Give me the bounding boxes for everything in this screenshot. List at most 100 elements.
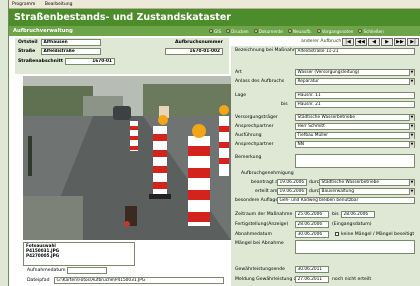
close-icon (358, 29, 363, 33)
art-label: Art (235, 70, 242, 75)
toolbar-label: Neuaufb. (292, 28, 312, 34)
abnahme-label: Abnahmedatum (235, 232, 272, 237)
window-title: Straßenbestands- und Zustandskataster (9, 9, 420, 26)
maengel-label: Mängel bei Abnahme (235, 241, 284, 246)
strassenabschnitt-label: Straßenabschnitt (18, 59, 63, 64)
toolbar-print-button[interactable]: Drucken (226, 28, 249, 34)
photo-selection-list[interactable]: Fotoauswahl P4150031.JPG P4270005.JPG (23, 242, 135, 266)
nav-last-button[interactable]: ▶| (407, 38, 419, 46)
gewaehrleistung-field[interactable]: 30.06.2011 (295, 266, 329, 273)
toolbar-label: Drucken (231, 28, 249, 34)
fertigstellung-field[interactable]: 28.06.2006 (295, 221, 329, 228)
chevron-down-icon[interactable]: ▼ (409, 133, 414, 139)
nav-first-button[interactable]: |◀ (342, 38, 354, 46)
lage-label: Lage (235, 93, 247, 98)
notes-icon (316, 29, 321, 33)
toolbar-label: Dokumente (258, 28, 283, 34)
aufnahmedatum-label: Aufnahmedatum (27, 268, 66, 273)
ansprechpartner-label: Ansprechpartner (235, 124, 274, 129)
anlass-select[interactable]: Reparatur ▼ (295, 78, 415, 85)
ortsteil-field[interactable]: Alfhausen (41, 39, 101, 46)
fertigstellung-label: Fertigstellung(Anzeige) (235, 222, 289, 227)
ansprechpartner2-select[interactable]: NN ▼ (295, 141, 415, 148)
meldung-field[interactable]: 27.06.2011 (295, 276, 329, 283)
ausfuehrung-value: Tiefbau Müller (297, 133, 329, 138)
toolbar: GIS Drucken Dokumente Neuaufb. Vorgangsn… (209, 26, 384, 36)
zeitraum-bis-label: bis (332, 212, 339, 217)
menu-bar: Programm Bearbeitung (9, 0, 420, 9)
photo-image (23, 76, 231, 240)
header-panel: Ortsteil Alfhausen Straße Alfeldistraße … (15, 38, 229, 74)
dateipfad-field[interactable]: G:\Karten\Fotos\Aufbrüche\P4150031.JPG (54, 277, 224, 284)
beantragt-date-field[interactable]: 19.06.2006 (277, 179, 307, 186)
gewaehrleistung-label: Gewährleistungsende (235, 267, 285, 272)
photo-list-item[interactable]: P4270005.JPG (24, 253, 134, 258)
abnahme-field[interactable]: 30.06.2006 (295, 231, 329, 238)
bezeichnung-field[interactable]: Alfeldistraße 11-21 (295, 48, 415, 55)
chevron-down-icon[interactable]: ▼ (409, 142, 414, 148)
strassenabschnitt-field[interactable]: 1670-01 (65, 58, 115, 65)
lage-von-field[interactable]: Hausnr. 11 (295, 92, 415, 99)
new-icon (287, 29, 292, 33)
lage-bis-field[interactable]: Hausnr. 21 (295, 101, 415, 108)
toolbar-notes-button[interactable]: Vorgangsnoten (316, 29, 353, 34)
ausfuehrung-select[interactable]: Tiefbau Müller ▼ (295, 132, 415, 139)
toolbar-new-button[interactable]: Neuaufb. (287, 28, 312, 34)
art-value: Wasser (Versorgungsleitung) (297, 70, 360, 75)
beantragt-durch-select[interactable]: Städtische Wasserbetriebe ▼ (319, 179, 415, 186)
menu-programm[interactable]: Programm (12, 2, 35, 7)
bezeichnung-label: Bezeichnung bei Maßnahme (235, 48, 301, 53)
toolbar-label: GIS (214, 28, 222, 34)
ansprechpartner-select[interactable]: Herr Schmitt ▼ (295, 123, 415, 130)
anlass-label: Anlass des Aufbruchs (235, 79, 285, 84)
document-icon (253, 29, 258, 33)
aufnahmedatum-field[interactable] (67, 267, 107, 274)
keine-maengel-label: keine Mängel / Mängel beseitigt (341, 232, 415, 237)
strasse-label: Straße (18, 49, 36, 54)
bemerkung-textarea[interactable] (295, 154, 415, 168)
toolbar-close-button[interactable]: Schließen (358, 28, 384, 34)
fertigstellung-hint: (Eingangsdatum) (332, 222, 372, 227)
beantragt-durch-value: Städtische Wasserbetriebe (321, 180, 380, 185)
nav-prev-button[interactable]: ◀ (368, 38, 380, 46)
versorger-label: Versorgungsträger (235, 115, 278, 120)
anlass-value: Reparatur (297, 79, 319, 84)
strasse-field[interactable]: Alfeldistraße (41, 48, 101, 55)
versorger-select[interactable]: Städtische Wasserbetriebe ▼ (295, 114, 415, 121)
record-navigation: |◀ ◀◀ ◀ ▶ ▶▶ ▶| (342, 38, 419, 46)
zeitraum-von-field[interactable]: 25.06.2006 (295, 211, 329, 218)
ansprechpartner2-value: NN (297, 142, 304, 147)
maengel-textarea[interactable] (295, 240, 415, 254)
nav-next-button[interactable]: ▶ (381, 38, 393, 46)
art-select[interactable]: Wasser (Versorgungsleitung) ▼ (295, 69, 415, 76)
chevron-down-icon[interactable]: ▼ (409, 79, 414, 85)
gis-icon (209, 29, 213, 33)
keine-maengel-checkbox[interactable] (335, 232, 339, 236)
toolbar-gis-button[interactable]: GIS (209, 29, 221, 34)
erteilt-durch-select[interactable]: Bauverwaltung ▼ (319, 188, 415, 195)
nav-back-fast-button[interactable]: ◀◀ (355, 38, 367, 46)
erteilt-date-field[interactable]: 19.06.2006 (277, 188, 307, 195)
chevron-down-icon[interactable]: ▼ (409, 70, 414, 76)
chevron-down-icon[interactable]: ▼ (409, 124, 414, 130)
detail-panel: Bezeichnung bei Maßnahme Alfeldistraße 1… (231, 46, 420, 286)
aufbruchsnummer-label: Aufbruchsnummer (175, 40, 223, 45)
zeitraum-bis-field[interactable]: 28.06.2006 (341, 211, 375, 218)
auflagen-label: besondere Auflagen (235, 198, 282, 203)
ortsteil-label: Ortsteil (18, 40, 38, 45)
erteilt-durch-value: Bauverwaltung (321, 189, 354, 194)
aufbruchsnummer-field[interactable]: 1670-01-002 (165, 48, 223, 55)
construction-site-photo (23, 76, 231, 240)
nav-forward-fast-button[interactable]: ▶▶ (394, 38, 406, 46)
chevron-down-icon[interactable]: ▼ (409, 180, 414, 186)
toolbar-label: Schließen (363, 28, 384, 34)
chevron-down-icon[interactable]: ▼ (409, 115, 414, 121)
print-icon (226, 29, 231, 33)
auflagen-field[interactable]: Geh- und Radweg bleiben benutzbar (277, 197, 415, 204)
dateipfad-label: Dateipfad (27, 278, 50, 283)
zeitraum-label: Zeitraum der Maßnahme (235, 212, 293, 217)
erteilt-label: erteilt am (255, 189, 278, 194)
chevron-down-icon[interactable]: ▼ (409, 189, 414, 195)
toolbar-documents-button[interactable]: Dokumente (253, 28, 283, 34)
menu-bearbeitung[interactable]: Bearbeitung (45, 2, 73, 7)
